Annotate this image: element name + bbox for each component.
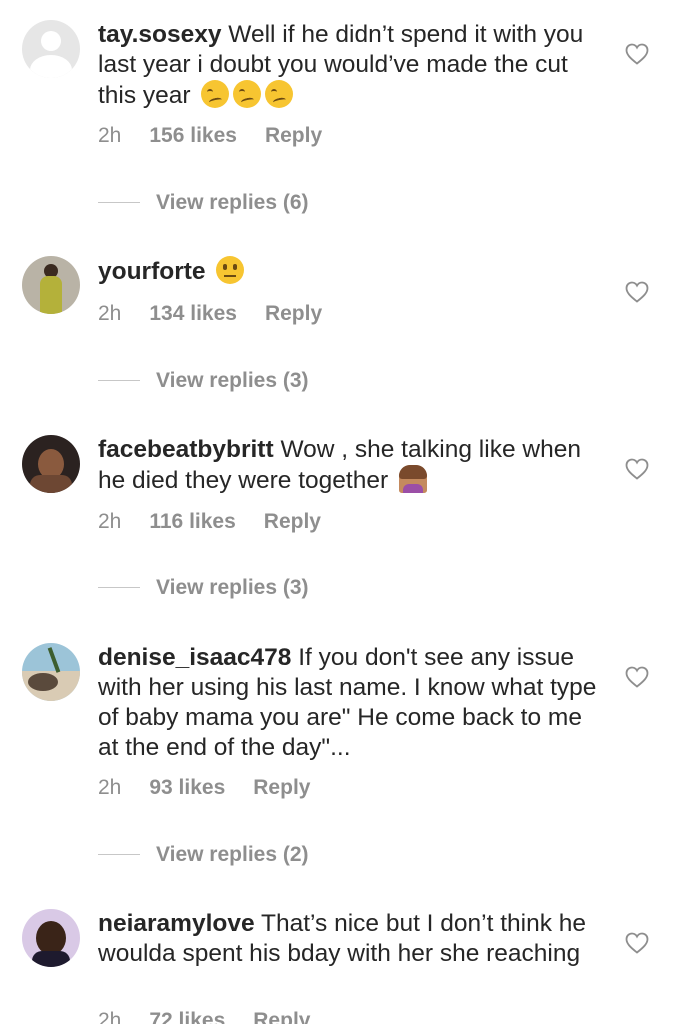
replies-divider [98,587,140,588]
view-replies-button[interactable]: View replies (2) [98,843,309,867]
comment-meta: 2h 93 likes Reply [98,776,338,800]
view-replies-label: View replies (6) [156,191,309,214]
comment-text: facebeatbybritt Wow , she talking like w… [98,435,598,496]
comment-likes[interactable]: 156 likes [149,124,237,147]
comment-likes[interactable]: 72 likes [149,1009,225,1024]
reply-button[interactable]: Reply [265,124,322,147]
photo-avatar[interactable] [22,256,80,314]
photo-avatar[interactable] [22,435,80,493]
comment-username[interactable]: facebeatbybritt [98,436,274,463]
comment-text: tay.sosexy Well if he didn’t spend it wi… [98,20,598,111]
replies-divider [98,854,140,855]
comment-time: 2h [98,302,122,325]
woozy-face-emoji [233,80,262,108]
comment-likes[interactable]: 93 likes [149,776,225,799]
view-replies-button[interactable]: View replies (3) [98,369,309,393]
woozy-face-emoji [265,80,294,108]
comment-username[interactable]: yourforte [98,258,206,285]
comment-username[interactable]: denise_isaac478 [98,644,291,671]
comment-time: 2h [98,776,122,799]
comment-likes[interactable]: 134 likes [149,302,237,325]
default-avatar[interactable] [22,20,80,78]
reply-button[interactable]: Reply [253,776,310,799]
heart-outline-icon[interactable] [625,43,649,65]
heart-outline-icon[interactable] [625,281,649,303]
comment-meta: 2h 72 likes Reply [98,1009,338,1024]
face-palm-emoji [398,465,427,493]
comment-meta: 2h 156 likes Reply [98,124,350,148]
view-replies-button[interactable]: View replies (6) [98,191,309,215]
view-replies-button[interactable]: View replies (3) [98,576,309,600]
comment-text: denise_isaac478 If you don't see any iss… [98,643,598,763]
comment-meta: 2h 116 likes Reply [98,510,349,534]
neutral-face-emoji [216,256,245,284]
comment-username[interactable]: tay.sosexy [98,21,222,48]
photo-avatar[interactable] [22,643,80,701]
reply-button[interactable]: Reply [265,302,322,325]
comment-time: 2h [98,1009,122,1024]
view-replies-label: View replies (3) [156,576,309,599]
comment-username[interactable]: neiaramylove [98,910,255,937]
woozy-face-emoji [201,80,230,108]
reply-button[interactable]: Reply [253,1009,310,1024]
view-replies-label: View replies (3) [156,369,309,392]
heart-outline-icon[interactable] [625,666,649,688]
comment-text: neiaramylove That’s nice but I don’t thi… [98,909,598,969]
replies-divider [98,202,140,203]
heart-outline-icon[interactable] [625,932,649,954]
replies-divider [98,380,140,381]
comment-meta: 2h 134 likes Reply [98,302,350,326]
comment-likes[interactable]: 116 likes [149,510,235,533]
reply-button[interactable]: Reply [264,510,321,533]
heart-outline-icon[interactable] [625,458,649,480]
comment-time: 2h [98,124,122,147]
comment-time: 2h [98,510,122,533]
comment-text: yourforte [98,256,598,287]
photo-avatar[interactable] [22,909,80,967]
view-replies-label: View replies (2) [156,843,309,866]
